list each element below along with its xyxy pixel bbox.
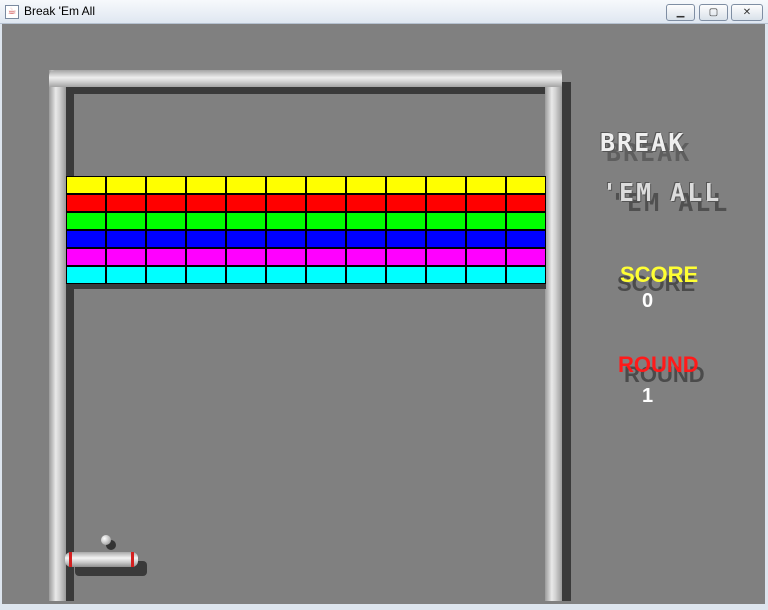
brick bbox=[346, 266, 386, 284]
round-value: 1 bbox=[642, 385, 654, 407]
brick bbox=[226, 194, 266, 212]
brick bbox=[266, 248, 306, 266]
brick bbox=[226, 248, 266, 266]
game-logo-em-all: 'EM ALL bbox=[602, 178, 722, 207]
brick bbox=[506, 194, 546, 212]
brick bbox=[266, 266, 306, 284]
brick bbox=[306, 248, 346, 266]
brick bbox=[146, 266, 186, 284]
brick bbox=[186, 176, 226, 194]
brick bbox=[466, 212, 506, 230]
brick bbox=[426, 194, 466, 212]
brick bbox=[66, 176, 106, 194]
minimize-icon: ▁ bbox=[676, 7, 685, 18]
brick bbox=[466, 230, 506, 248]
brick bbox=[146, 176, 186, 194]
brick bbox=[106, 266, 146, 284]
brick bbox=[346, 194, 386, 212]
brick bbox=[386, 248, 426, 266]
brick bbox=[506, 176, 546, 194]
brick bbox=[426, 266, 466, 284]
java-cup-icon: ☕ bbox=[5, 5, 19, 19]
paddle-tip-left bbox=[69, 552, 72, 567]
brick bbox=[346, 248, 386, 266]
brick bbox=[346, 176, 386, 194]
wall-right bbox=[545, 70, 562, 601]
brick bbox=[426, 212, 466, 230]
brick bbox=[386, 266, 426, 284]
close-icon: ✕ bbox=[742, 7, 752, 18]
brick bbox=[66, 248, 106, 266]
close-button[interactable]: ✕ bbox=[731, 4, 763, 21]
wall-shadow-left bbox=[66, 87, 74, 601]
brick bbox=[186, 266, 226, 284]
brick bbox=[466, 194, 506, 212]
brick bbox=[306, 194, 346, 212]
brick bbox=[306, 266, 346, 284]
brick bbox=[226, 230, 266, 248]
brick bbox=[426, 248, 466, 266]
brick bbox=[466, 266, 506, 284]
window-title: Break 'Em All bbox=[24, 4, 95, 18]
score-value: 0 bbox=[642, 290, 654, 312]
brick bbox=[306, 176, 346, 194]
minimize-button[interactable]: ▁ bbox=[666, 4, 695, 21]
brick bbox=[186, 194, 226, 212]
brick bbox=[426, 176, 466, 194]
brick bbox=[186, 230, 226, 248]
score-label: SCORE bbox=[620, 262, 699, 287]
brick bbox=[106, 248, 146, 266]
brick-shadow bbox=[66, 284, 546, 289]
brick bbox=[266, 212, 306, 230]
game-canvas[interactable]: BREAK 'EM ALL SCORE 0 ROUND 1 bbox=[2, 24, 765, 604]
brick bbox=[386, 194, 426, 212]
brick bbox=[146, 194, 186, 212]
brick bbox=[506, 230, 546, 248]
brick bbox=[306, 230, 346, 248]
brick bbox=[506, 212, 546, 230]
brick bbox=[386, 176, 426, 194]
brick bbox=[106, 230, 146, 248]
brick bbox=[346, 230, 386, 248]
brick bbox=[266, 176, 306, 194]
brick bbox=[186, 248, 226, 266]
brick bbox=[66, 230, 106, 248]
brick bbox=[186, 212, 226, 230]
brick bbox=[466, 176, 506, 194]
ball bbox=[101, 535, 111, 545]
brick bbox=[506, 248, 546, 266]
brick bbox=[386, 230, 426, 248]
brick bbox=[346, 212, 386, 230]
paddle-tip-right bbox=[131, 552, 134, 567]
brick bbox=[146, 248, 186, 266]
brick bbox=[306, 212, 346, 230]
brick bbox=[266, 194, 306, 212]
round-label: ROUND bbox=[618, 352, 699, 377]
brick bbox=[66, 194, 106, 212]
brick bbox=[106, 176, 146, 194]
wall-top bbox=[49, 70, 562, 87]
brick bbox=[106, 212, 146, 230]
brick bbox=[66, 266, 106, 284]
brick bbox=[506, 266, 546, 284]
brick bbox=[226, 212, 266, 230]
brick bbox=[146, 230, 186, 248]
brick bbox=[466, 248, 506, 266]
maximize-button[interactable]: ▢ bbox=[699, 4, 728, 21]
game-logo-break: BREAK bbox=[600, 128, 686, 157]
brick bbox=[266, 230, 306, 248]
brick bbox=[226, 176, 266, 194]
brick bbox=[226, 266, 266, 284]
title-bar[interactable]: ☕ Break 'Em All ▁ ▢ ✕ bbox=[0, 0, 768, 24]
brick bbox=[106, 194, 146, 212]
wall-left bbox=[49, 70, 66, 601]
brick bbox=[66, 212, 106, 230]
brick bbox=[426, 230, 466, 248]
maximize-icon: ▢ bbox=[708, 7, 719, 18]
brick bbox=[146, 212, 186, 230]
wall-shadow-right bbox=[562, 82, 571, 601]
paddle[interactable] bbox=[65, 552, 138, 567]
wall-shadow-top bbox=[66, 87, 545, 94]
brick bbox=[386, 212, 426, 230]
